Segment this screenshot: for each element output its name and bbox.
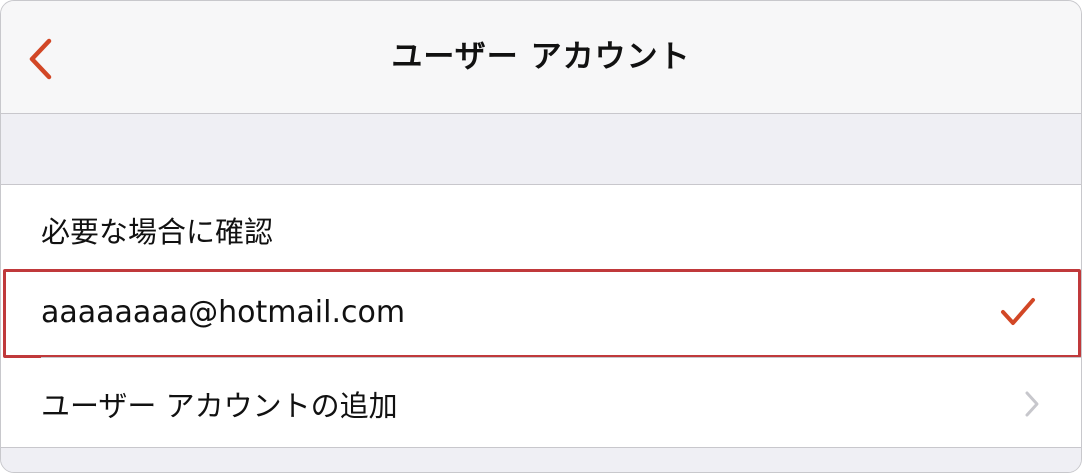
account-list: 必要な場合に確認 aaaaaaaa@hotmail.com ユーザー アカウント…	[1, 185, 1081, 448]
list-item-label: 必要な場合に確認	[41, 215, 274, 249]
user-account-screen: ユーザー アカウント 必要な場合に確認 aaaaaaaa@hotmail.com…	[0, 0, 1082, 473]
list-item-confirm-when-needed[interactable]: 必要な場合に確認	[1, 185, 1081, 271]
bottom-spacer	[1, 448, 1081, 472]
checkmark-icon	[1001, 298, 1035, 325]
list-item-account[interactable]: aaaaaaaa@hotmail.com	[1, 269, 1081, 358]
section-spacer	[1, 114, 1081, 185]
chevron-right-icon	[1025, 391, 1039, 417]
navigation-bar: ユーザー アカウント	[1, 1, 1081, 114]
list-item-label: aaaaaaaa@hotmail.com	[41, 294, 406, 330]
list-item-label: ユーザー アカウントの追加	[41, 389, 398, 423]
page-title: ユーザー アカウント	[391, 39, 691, 75]
row-divider	[41, 357, 1081, 358]
list-item-add-account[interactable]: ユーザー アカウントの追加	[1, 361, 1081, 447]
